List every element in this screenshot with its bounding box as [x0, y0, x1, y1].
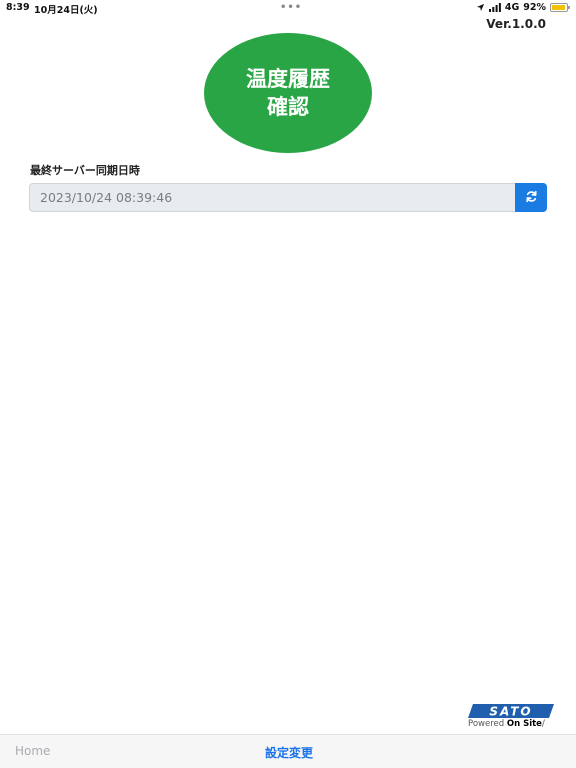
- sato-wordmark-icon: SATO: [468, 704, 554, 718]
- bottom-tab-bar: Home 設定変更: [0, 734, 576, 768]
- status-time: 8:39: [6, 2, 30, 13]
- status-date: 10月24日(火): [34, 5, 98, 16]
- multitasking-dots-icon[interactable]: •••: [280, 2, 302, 13]
- status-indicators: 4G 92%: [476, 2, 570, 13]
- logo-tagline-bold: On Site: [506, 719, 542, 729]
- logo-tagline: Powered On Site/: [468, 719, 558, 729]
- network-type: 4G: [504, 2, 520, 13]
- tab-home[interactable]: Home: [15, 744, 50, 758]
- version-label: Ver.1.0.0: [486, 17, 546, 31]
- temperature-history-label-line2: 確認: [267, 95, 309, 119]
- refresh-button[interactable]: [515, 183, 547, 212]
- status-bar: 8:39 10月24日(火) ••• 4G 92%: [0, 0, 576, 16]
- temperature-history-label-line1: 温度履歴: [246, 67, 330, 91]
- signal-icon: [488, 3, 501, 12]
- temperature-history-button[interactable]: 温度履歴 確認: [204, 33, 372, 153]
- refresh-icon: [525, 190, 538, 206]
- last-sync-group: [29, 183, 547, 212]
- logo-tagline-suffix: /: [541, 719, 545, 729]
- battery-icon: [550, 3, 570, 12]
- last-sync-label: 最終サーバー同期日時: [30, 164, 140, 177]
- location-icon: [476, 3, 485, 12]
- battery-percent: 92%: [523, 2, 546, 13]
- last-sync-datetime-field[interactable]: [29, 183, 515, 212]
- sato-logo: SATO Powered On Site/: [468, 704, 558, 732]
- logo-tagline-prefix: Powered: [468, 719, 507, 729]
- battery-level-fill: [552, 5, 565, 10]
- sato-brand-text: SATO: [489, 705, 532, 719]
- tab-settings[interactable]: 設定変更: [265, 744, 313, 761]
